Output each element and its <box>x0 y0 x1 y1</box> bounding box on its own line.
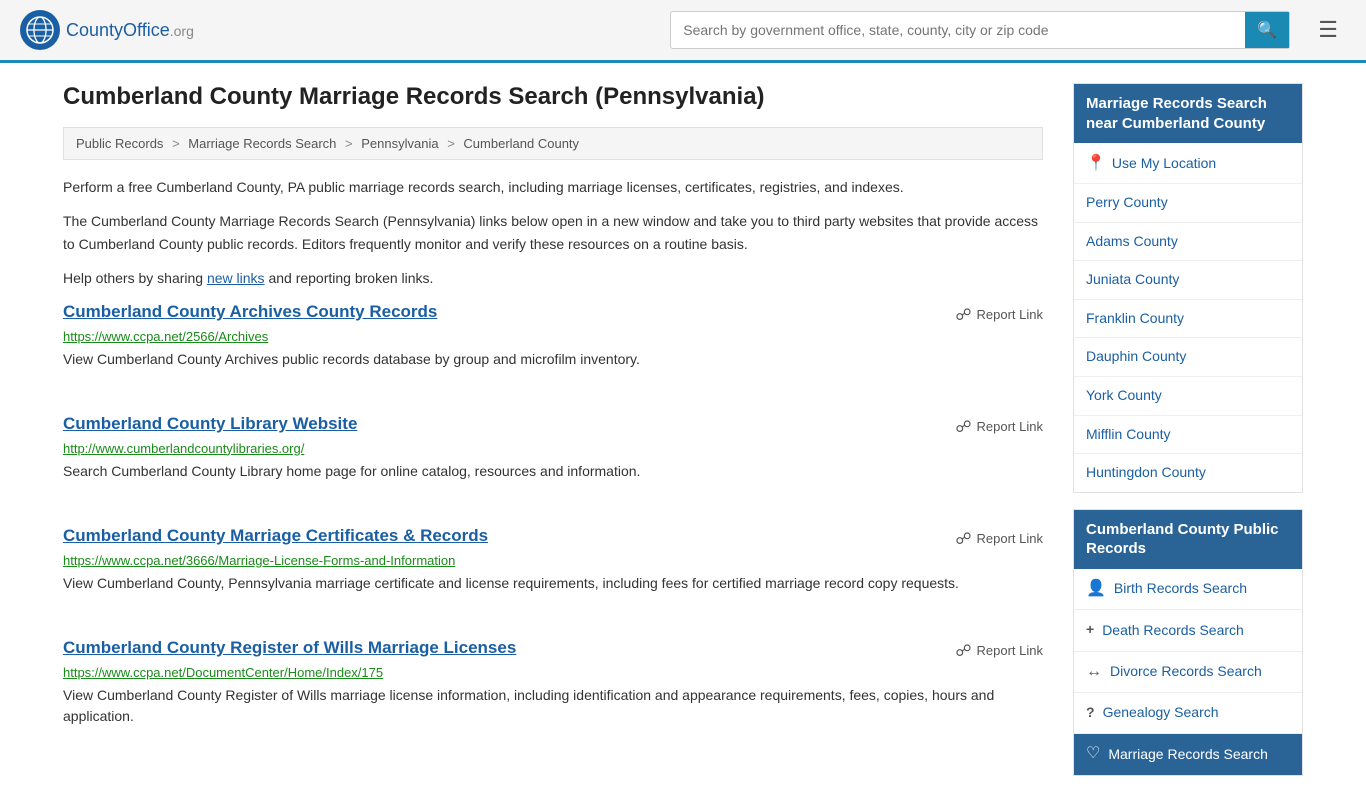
county-item-7: Huntingdon County <box>1074 454 1302 492</box>
county-item-5: York County <box>1074 377 1302 416</box>
page-title: Cumberland County Marriage Records Searc… <box>63 83 1043 111</box>
result-title-3[interactable]: Cumberland County Register of Wills Marr… <box>63 638 516 658</box>
result-header-0: Cumberland County Archives County Record… <box>63 302 1043 325</box>
hamburger-menu-button[interactable]: ☰ <box>1310 13 1346 47</box>
public-records-section: Cumberland County Public Records 👤 Birth… <box>1073 509 1303 776</box>
report-icon-0: ☍ <box>955 305 971 325</box>
site-header: CountyOffice.org 🔍 ☰ <box>0 0 1366 63</box>
intro-paragraph-3: Help others by sharing new links and rep… <box>63 267 1043 289</box>
breadcrumb-cumberland-county[interactable]: Cumberland County <box>463 136 579 151</box>
public-record-link-1[interactable]: + Death Records Search <box>1074 610 1302 650</box>
result-item-0: Cumberland County Archives County Record… <box>63 302 1043 386</box>
public-record-label-4: Marriage Records Search <box>1108 745 1268 765</box>
report-label-3: Report Link <box>977 643 1043 658</box>
public-record-item-0: 👤 Birth Records Search <box>1074 569 1302 610</box>
intro-paragraph-1: Perform a free Cumberland County, PA pub… <box>63 176 1043 198</box>
location-pin-icon: 📍 <box>1086 153 1106 173</box>
report-link-3[interactable]: ☍ Report Link <box>955 638 1043 661</box>
breadcrumb-pennsylvania[interactable]: Pennsylvania <box>361 136 438 151</box>
logo-text: CountyOffice.org <box>66 20 194 41</box>
nearby-section-header: Marriage Records Search near Cumberland … <box>1074 84 1302 143</box>
result-desc-2: View Cumberland County, Pennsylvania mar… <box>63 573 1043 594</box>
county-link-5[interactable]: York County <box>1074 377 1302 415</box>
search-input[interactable] <box>671 14 1245 46</box>
public-record-label-1: Death Records Search <box>1102 621 1244 641</box>
report-link-0[interactable]: ☍ Report Link <box>955 302 1043 325</box>
breadcrumb: Public Records > Marriage Records Search… <box>63 127 1043 160</box>
county-item-3: Franklin County <box>1074 300 1302 339</box>
public-record-label-3: Genealogy Search <box>1103 703 1219 723</box>
search-bar: 🔍 <box>670 11 1290 49</box>
county-item-6: Mifflin County <box>1074 416 1302 455</box>
report-label-0: Report Link <box>977 307 1043 322</box>
result-url-1[interactable]: http://www.cumberlandcountylibraries.org… <box>63 441 1043 456</box>
logo-link[interactable]: CountyOffice.org <box>20 10 194 50</box>
result-item-1: Cumberland County Library Website ☍ Repo… <box>63 414 1043 498</box>
county-link-7[interactable]: Huntingdon County <box>1074 454 1302 492</box>
public-record-label-2: Divorce Records Search <box>1110 662 1262 682</box>
logo-icon <box>20 10 60 50</box>
report-icon-2: ☍ <box>955 529 971 549</box>
county-link-0[interactable]: Perry County <box>1074 184 1302 222</box>
public-records-section-header: Cumberland County Public Records <box>1074 510 1302 569</box>
main-container: Cumberland County Marriage Records Searc… <box>33 63 1333 812</box>
report-link-1[interactable]: ☍ Report Link <box>955 414 1043 437</box>
report-icon-1: ☍ <box>955 417 971 437</box>
public-record-item-3: ? Genealogy Search <box>1074 693 1302 734</box>
new-links-link[interactable]: new links <box>207 270 265 286</box>
public-record-icon-0: 👤 <box>1086 578 1106 600</box>
county-link-4[interactable]: Dauphin County <box>1074 338 1302 376</box>
result-title-2[interactable]: Cumberland County Marriage Certificates … <box>63 526 488 546</box>
sidebar: Marriage Records Search near Cumberland … <box>1073 83 1303 792</box>
result-item-3: Cumberland County Register of Wills Marr… <box>63 638 1043 743</box>
breadcrumb-marriage-records-search[interactable]: Marriage Records Search <box>188 136 336 151</box>
county-item-2: Juniata County <box>1074 261 1302 300</box>
public-record-link-4[interactable]: ♡ Marriage Records Search <box>1074 734 1302 774</box>
nearby-counties-list: Perry CountyAdams CountyJuniata CountyFr… <box>1074 184 1302 492</box>
public-record-item-4: ♡ Marriage Records Search <box>1074 734 1302 774</box>
public-record-icon-1: + <box>1086 619 1094 641</box>
public-record-link-2[interactable]: ↔ Divorce Records Search <box>1074 652 1302 692</box>
use-my-location-item[interactable]: 📍 Use My Location <box>1074 143 1302 184</box>
result-item-2: Cumberland County Marriage Certificates … <box>63 526 1043 610</box>
county-link-6[interactable]: Mifflin County <box>1074 416 1302 454</box>
public-record-item-2: ↔ Divorce Records Search <box>1074 652 1302 693</box>
result-title-0[interactable]: Cumberland County Archives County Record… <box>63 302 437 322</box>
result-url-0[interactable]: https://www.ccpa.net/2566/Archives <box>63 329 1043 344</box>
result-title-1[interactable]: Cumberland County Library Website <box>63 414 357 434</box>
public-record-icon-3: ? <box>1086 702 1095 724</box>
report-label-2: Report Link <box>977 531 1043 546</box>
public-record-label-0: Birth Records Search <box>1114 579 1247 599</box>
results-list: Cumberland County Archives County Record… <box>63 302 1043 743</box>
breadcrumb-public-records[interactable]: Public Records <box>76 136 163 151</box>
result-desc-3: View Cumberland County Register of Wills… <box>63 685 1043 727</box>
county-link-2[interactable]: Juniata County <box>1074 261 1302 299</box>
county-link-3[interactable]: Franklin County <box>1074 300 1302 338</box>
public-record-icon-4: ♡ <box>1086 743 1100 765</box>
county-item-1: Adams County <box>1074 223 1302 262</box>
public-records-list: 👤 Birth Records Search + Death Records S… <box>1074 569 1302 775</box>
result-header-3: Cumberland County Register of Wills Marr… <box>63 638 1043 661</box>
public-record-link-0[interactable]: 👤 Birth Records Search <box>1074 569 1302 609</box>
search-button[interactable]: 🔍 <box>1245 12 1289 48</box>
public-record-link-3[interactable]: ? Genealogy Search <box>1074 693 1302 733</box>
content-area: Cumberland County Marriage Records Searc… <box>63 83 1043 792</box>
result-url-2[interactable]: https://www.ccpa.net/3666/Marriage-Licen… <box>63 553 1043 568</box>
county-item-0: Perry County <box>1074 184 1302 223</box>
nearby-counties-section: Marriage Records Search near Cumberland … <box>1073 83 1303 493</box>
county-item-4: Dauphin County <box>1074 338 1302 377</box>
public-record-item-1: + Death Records Search <box>1074 610 1302 651</box>
result-url-3[interactable]: https://www.ccpa.net/DocumentCenter/Home… <box>63 665 1043 680</box>
result-header-1: Cumberland County Library Website ☍ Repo… <box>63 414 1043 437</box>
county-link-1[interactable]: Adams County <box>1074 223 1302 261</box>
result-desc-0: View Cumberland County Archives public r… <box>63 349 1043 370</box>
report-link-2[interactable]: ☍ Report Link <box>955 526 1043 549</box>
result-header-2: Cumberland County Marriage Certificates … <box>63 526 1043 549</box>
report-icon-3: ☍ <box>955 641 971 661</box>
intro-paragraph-2: The Cumberland County Marriage Records S… <box>63 210 1043 255</box>
public-record-icon-2: ↔ <box>1086 661 1102 683</box>
report-label-1: Report Link <box>977 419 1043 434</box>
result-desc-1: Search Cumberland County Library home pa… <box>63 461 1043 482</box>
